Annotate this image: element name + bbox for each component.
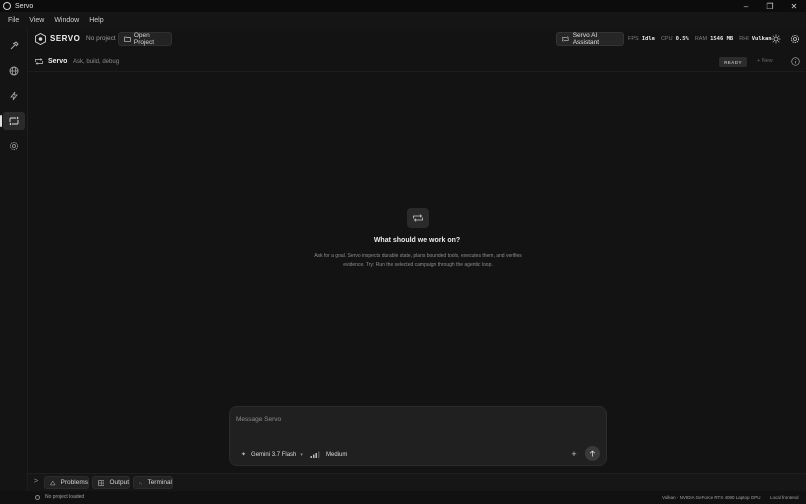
new-chat-button[interactable]: + New: [757, 58, 773, 64]
message-input[interactable]: Message Servo: [236, 416, 281, 423]
panel-bar: > Problems Output Terminal: [28, 473, 806, 491]
gpu-info: Vulkan · NVIDIA GeForce RTX 4080 Laptop …: [662, 495, 761, 500]
status-bar: No project loaded Vulkan · NVIDIA GeForc…: [0, 491, 806, 504]
restore-button[interactable]: ❐: [758, 0, 782, 12]
stat-fps-label: FPS: [628, 36, 639, 42]
message-composer[interactable]: Message Servo ✦ Gemini 3.7 Flash ▾ Mediu…: [229, 406, 607, 466]
sun-icon[interactable]: [771, 34, 781, 44]
stat-cpu-value: 0.5%: [675, 36, 689, 42]
arrow-up-icon: [589, 450, 596, 457]
open-project-label: Open Project: [133, 32, 155, 46]
panel-toggle-button[interactable]: >: [34, 478, 38, 485]
open-project-button[interactable]: Open Project: [118, 32, 172, 46]
chevron-down-icon: ▾: [300, 451, 303, 458]
lightning-icon: [10, 91, 18, 101]
folder-icon: [124, 36, 131, 42]
grid-icon: [98, 479, 105, 486]
assistant-title: Servo: [48, 58, 68, 65]
effort-level: Medium: [326, 451, 348, 458]
app-logo-icon: [3, 2, 11, 10]
stat-fps-value: Idle: [641, 36, 655, 42]
assistant-header: Servo Ask, build, debug READY + New: [28, 52, 806, 72]
activity-web[interactable]: [3, 62, 25, 80]
stat-rhi-value: Vulkan: [751, 36, 772, 42]
activity-actions[interactable]: [3, 87, 25, 105]
project-loaded-status: No project loaded: [45, 494, 85, 500]
assistant-caption: Ask, build, debug: [73, 59, 120, 65]
menu-window[interactable]: Window: [49, 17, 84, 24]
empty-state-icon: [407, 208, 429, 228]
signal-bars-icon: [310, 451, 320, 458]
stat-ram-label: RAM: [694, 36, 708, 42]
close-button[interactable]: ✕: [782, 0, 806, 12]
gear-icon[interactable]: [790, 34, 800, 44]
tab-terminal-label: Terminal: [147, 479, 172, 486]
chat-icon: [9, 116, 19, 126]
tab-problems-label: Problems: [60, 479, 88, 486]
activity-bar: [0, 29, 28, 491]
status-dot-icon: [35, 494, 40, 500]
gear-icon: [10, 142, 18, 150]
empty-state-description: Ask for a goal. Servo inspects durable s…: [314, 253, 522, 268]
brand-name: SERVO: [50, 34, 81, 43]
menu-file[interactable]: File: [3, 17, 24, 24]
chat-icon: [413, 214, 423, 222]
tab-problems[interactable]: Problems: [44, 476, 89, 489]
window-controls: – ❐ ✕: [734, 0, 806, 12]
chat-icon: [562, 36, 569, 42]
info-icon[interactable]: [791, 57, 800, 66]
activity-settings[interactable]: [3, 137, 25, 155]
ai-assistant-label: Servo AI Assistant: [572, 32, 600, 46]
ai-assistant-button[interactable]: Servo AI Assistant: [556, 32, 624, 46]
activity-assistant[interactable]: [0, 112, 25, 130]
chat-icon: [35, 58, 43, 65]
model-selector[interactable]: ✦ Gemini 3.7 Flash ▾: [241, 451, 303, 459]
stat-cpu-label: CPU: [660, 36, 673, 42]
project-status: No project: [86, 35, 116, 42]
tab-output-label: Output: [109, 479, 129, 486]
title-bar: Servo – ❐ ✕: [0, 0, 806, 12]
terminal-icon: [139, 481, 143, 484]
stat-rhi-label: RHI: [739, 36, 749, 42]
top-header: SERVO No project Open Project Servo AI A…: [28, 29, 806, 50]
menu-bar: File View Window Help: [0, 12, 806, 29]
window-title: Servo: [15, 2, 34, 10]
stat-ram-value: 1546 MB: [710, 36, 734, 42]
send-button[interactable]: [585, 446, 600, 461]
empty-state-title: What should we work on?: [373, 237, 461, 244]
attach-button[interactable]: +: [569, 449, 579, 459]
runtime-info: Local frontend: [770, 495, 799, 500]
project-indicator: No project loaded: [35, 494, 84, 500]
menu-help[interactable]: Help: [84, 17, 108, 24]
sparkle-icon: ✦: [241, 452, 247, 458]
perf-stats: FPS Idle CPU 0.5% RAM 1546 MB RHI Vulkan: [628, 36, 778, 42]
activity-build[interactable]: [3, 37, 25, 55]
status-badge: READY: [719, 57, 747, 67]
warning-icon: [50, 480, 56, 485]
menu-view[interactable]: View: [24, 17, 49, 24]
hammer-icon: [10, 41, 19, 50]
model-name: Gemini 3.7 Flash: [251, 451, 297, 458]
main-area: SERVO No project Open Project Servo AI A…: [28, 29, 806, 473]
tab-output[interactable]: Output: [92, 476, 130, 489]
servo-logo-icon: [35, 33, 46, 45]
minimize-button[interactable]: –: [734, 0, 758, 12]
effort-selector[interactable]: Medium: [310, 451, 347, 458]
globe-icon: [9, 66, 19, 76]
tab-terminal[interactable]: Terminal: [133, 476, 173, 489]
